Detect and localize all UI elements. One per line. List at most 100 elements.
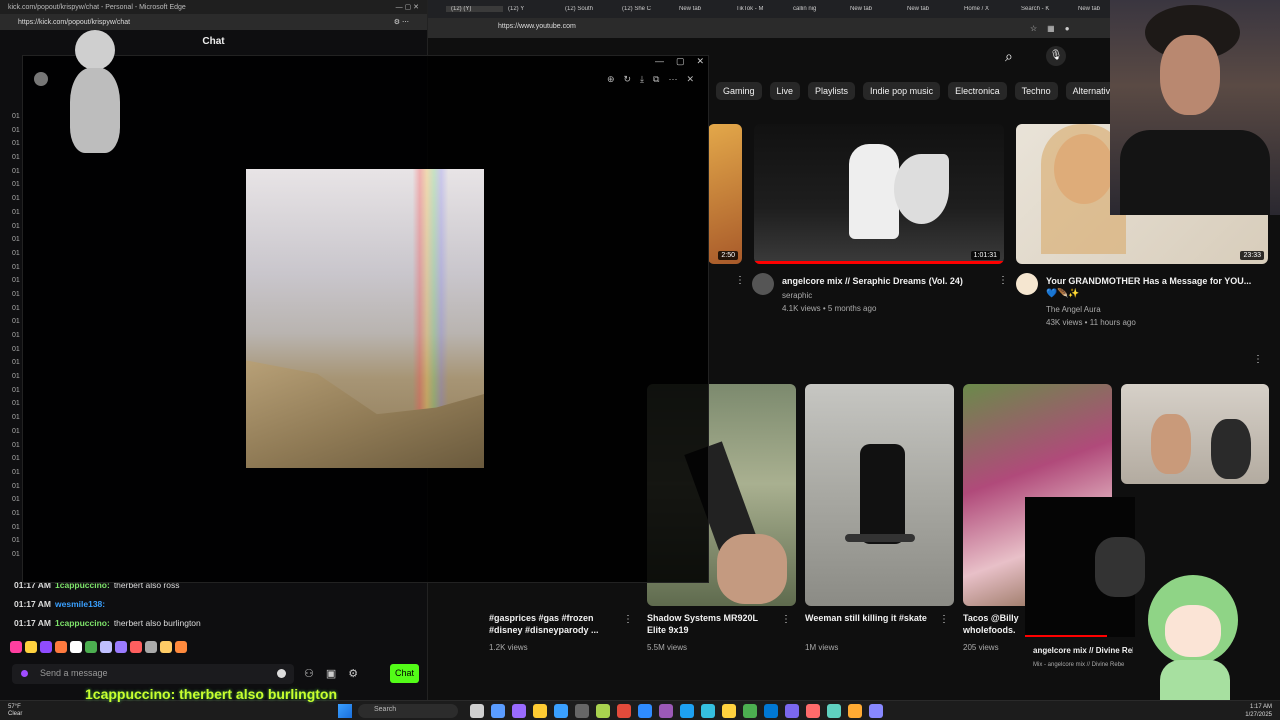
taskbar-app-icon[interactable]: [848, 704, 862, 718]
left-addr-icons[interactable]: ⚙ ⋯: [394, 18, 409, 26]
close-icon[interactable]: ✕: [686, 74, 694, 85]
more-options-icon[interactable]: ⋮: [735, 275, 745, 286]
emote-icon[interactable]: [130, 641, 142, 653]
left-window-controls[interactable]: — ▢ ✕: [396, 3, 419, 11]
filter-chip[interactable]: Live: [769, 82, 801, 100]
short-thumbnail[interactable]: [1121, 384, 1269, 484]
taskbar-app-icon[interactable]: [575, 704, 589, 718]
video-channel[interactable]: seraphic: [782, 290, 812, 302]
filter-chip[interactable]: Gaming: [716, 82, 762, 100]
open-external-icon[interactable]: ⧉: [653, 74, 659, 85]
emote-icon[interactable]: [85, 641, 97, 653]
video-channel[interactable]: The Angel Aura: [1046, 304, 1101, 316]
taskbar-app-icon[interactable]: [533, 704, 547, 718]
message-user[interactable]: wesmile138:: [55, 599, 105, 609]
short-thumbnail[interactable]: [805, 384, 954, 606]
emote-icon[interactable]: [100, 641, 112, 653]
taskbar-app-icon[interactable]: [638, 704, 652, 718]
emote-icon[interactable]: [175, 641, 187, 653]
users-icon[interactable]: ⚇: [304, 667, 314, 680]
browser-tab[interactable]: Search - K: [1016, 6, 1073, 12]
taskbar-app-icon[interactable]: [596, 704, 610, 718]
close-icon[interactable]: ✕: [696, 56, 704, 67]
browser-tab[interactable]: (12) South: [560, 6, 617, 12]
emote-icon[interactable]: [55, 641, 67, 653]
browser-tab[interactable]: New tab: [845, 6, 902, 12]
taskbar-app-icon[interactable]: [827, 704, 841, 718]
search-icon[interactable]: ⌕: [1005, 48, 1013, 65]
browser-tab[interactable]: New tab: [674, 6, 731, 12]
rotate-icon[interactable]: ↻: [623, 74, 631, 85]
video-thumbnail[interactable]: 2:50: [708, 124, 742, 264]
taskbar-app-icon[interactable]: [512, 704, 526, 718]
viewer-window-controls[interactable]: — ▢ ✕: [655, 56, 704, 67]
browser-tab[interactable]: TikTok - M: [731, 6, 788, 12]
viewer-toolbar[interactable]: ⊕ ↻ ⤓ ⧉ ⋯ ✕: [607, 74, 694, 85]
emote-icon[interactable]: [145, 641, 157, 653]
left-url[interactable]: https://kick.com/popout/krispyw/chat: [18, 19, 130, 26]
start-button[interactable]: [338, 704, 352, 718]
extensions-icon[interactable]: ▦: [1047, 24, 1055, 33]
emote-bar[interactable]: [10, 641, 187, 653]
emote-icon[interactable]: [160, 641, 172, 653]
mic-icon[interactable]: 🎙: [1046, 46, 1066, 66]
taskbar-apps[interactable]: [470, 704, 883, 718]
taskbar-app-icon[interactable]: [743, 704, 757, 718]
more-options-icon[interactable]: ⋮: [1253, 354, 1263, 365]
short-title[interactable]: #gasprices #gas #frozen #disney #disneyp…: [489, 612, 619, 636]
taskbar-app-icon[interactable]: [806, 704, 820, 718]
taskbar-clock[interactable]: 1:17 AM 1/27/2025: [1245, 703, 1272, 719]
filter-chip[interactable]: Electronica: [948, 82, 1007, 100]
zoom-icon[interactable]: ⊕: [607, 74, 615, 85]
left-address-bar[interactable]: https://kick.com/popout/krispyw/chat ⚙ ⋯: [0, 14, 427, 30]
browser-tab[interactable]: (12) (Y): [446, 6, 503, 12]
mini-player-title[interactable]: angelcore mix // Divine Rebe: [1033, 645, 1133, 657]
taskbar-app-icon[interactable]: [554, 704, 568, 718]
message-input[interactable]: Send a message: [12, 664, 294, 684]
channel-avatar[interactable]: [752, 273, 774, 295]
emote-icon[interactable]: [115, 641, 127, 653]
avatar[interactable]: [34, 72, 48, 86]
more-options-icon[interactable]: ⋮: [781, 614, 791, 625]
browser-tab[interactable]: New tab: [902, 6, 959, 12]
browser-tab[interactable]: callin nig: [788, 6, 845, 12]
minimize-icon[interactable]: —: [655, 56, 664, 67]
taskbar-app-icon[interactable]: [764, 704, 778, 718]
browser-tab[interactable]: (12) She C: [617, 6, 674, 12]
download-icon[interactable]: ⤓: [640, 74, 644, 85]
filter-chip[interactable]: Playlists: [808, 82, 856, 100]
taskbar-app-icon[interactable]: [785, 704, 799, 718]
emote-icon[interactable]: [70, 641, 82, 653]
browser-tab[interactable]: (12) Y: [503, 6, 560, 12]
message-user[interactable]: 1cappuccino:: [55, 618, 110, 628]
weather-widget[interactable]: 57°F Clear: [8, 704, 22, 718]
taskbar-app-icon[interactable]: [722, 704, 736, 718]
profile-icon[interactable]: ●: [1065, 24, 1070, 33]
video-title[interactable]: Your GRANDMOTHER Has a Message for YOU..…: [1046, 275, 1256, 299]
taskbar-search[interactable]: Search: [358, 704, 458, 718]
taskbar-app-icon[interactable]: [869, 704, 883, 718]
short-title[interactable]: Shadow Systems MR920L Elite 9x19: [647, 612, 777, 636]
filter-chip-row[interactable]: Gaming Live Playlists Indie pop music Electr…: [716, 82, 1118, 100]
video-thumbnail[interactable]: 1:01:31: [754, 124, 1004, 264]
maximize-icon[interactable]: ▢: [676, 56, 685, 67]
chat-action-icons[interactable]: ⚇ ▣ ⚙: [304, 667, 358, 680]
taskbar-app-icon[interactable]: [680, 704, 694, 718]
short-title[interactable]: Tacos @Billy wholefoods.: [963, 612, 1025, 636]
chat-send-button[interactable]: Chat: [390, 664, 419, 683]
star-icon[interactable]: ☆: [1030, 24, 1037, 33]
taskbar-app-icon[interactable]: [701, 704, 715, 718]
browser-tab[interactable]: Home / X: [959, 6, 1016, 12]
more-options-icon[interactable]: ⋮: [939, 614, 949, 625]
channel-avatar[interactable]: [1016, 273, 1038, 295]
filter-chip[interactable]: Techno: [1014, 82, 1058, 100]
taskbar-app-icon[interactable]: [659, 704, 673, 718]
browser-toolbar-icons[interactable]: ☆ ▦ ●: [1030, 24, 1070, 33]
mini-player[interactable]: [1025, 497, 1145, 637]
youtube-url[interactable]: https://www.youtube.com: [498, 23, 576, 30]
gift-icon[interactable]: ▣: [326, 667, 336, 680]
taskbar-app-icon[interactable]: [470, 704, 484, 718]
more-icon[interactable]: ⋯: [668, 74, 677, 85]
emoji-icon[interactable]: [277, 669, 286, 678]
filter-chip[interactable]: Indie pop music: [863, 82, 941, 100]
